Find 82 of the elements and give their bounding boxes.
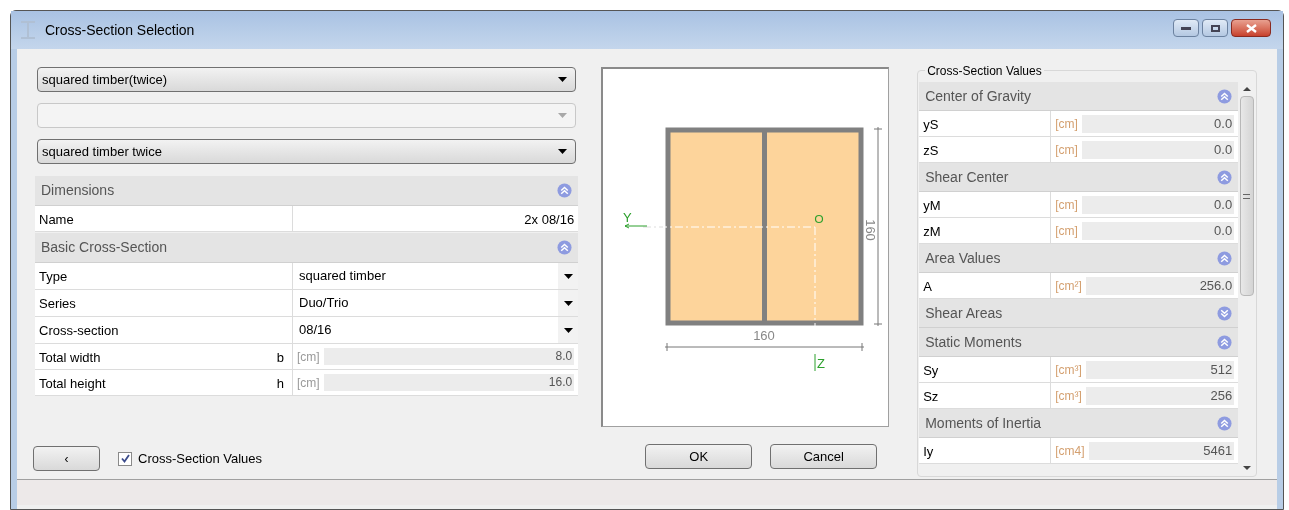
property-dropdown[interactable]: 08/16: [293, 317, 579, 343]
dimension-label: 160: [753, 328, 776, 343]
checkmark-icon: [120, 454, 130, 463]
section-header[interactable]: Moments of Inertia: [919, 409, 1239, 438]
checkbox[interactable]: [118, 451, 132, 466]
caret-icon: [563, 327, 573, 333]
unit-label: [cm]: [297, 348, 320, 366]
unit-label: [cm]: [297, 374, 320, 392]
section-header[interactable]: Basic Cross-Section: [35, 233, 579, 263]
value-field: 0.0: [1081, 114, 1235, 133]
property-label: Sz: [919, 383, 1052, 408]
unit-label: [cm²]: [1055, 277, 1082, 295]
minimize-button[interactable]: [1173, 19, 1199, 37]
symbol-label: h: [276, 375, 285, 393]
collapse-icon[interactable]: [557, 183, 573, 198]
property-label: zS: [919, 137, 1052, 162]
value-field[interactable]: 16.0: [323, 374, 575, 391]
property-label: zM: [919, 218, 1052, 243]
caret-icon: [558, 149, 568, 154]
caret-icon: [563, 273, 573, 279]
value-field: 256: [1085, 386, 1235, 405]
property-label: Total height: [39, 375, 107, 393]
value-field: 512: [1085, 360, 1235, 379]
section-header[interactable]: Shear Center: [919, 163, 1239, 192]
section-header[interactable]: Shear Areas: [919, 299, 1239, 328]
unit-label: [cm4]: [1055, 442, 1085, 460]
close-button[interactable]: [1231, 19, 1271, 37]
y-axis-arrow: [624, 223, 648, 229]
value-field: 0.0: [1081, 140, 1235, 159]
value-field: 0.0: [1081, 195, 1235, 214]
value-field: 5461: [1088, 441, 1235, 460]
value-field: 0.0: [1081, 221, 1235, 240]
property-label: Cross-section: [35, 317, 293, 343]
unit-label: [cm]: [1055, 196, 1078, 214]
section-header[interactable]: Static Moments: [919, 328, 1239, 357]
caret-icon: [558, 77, 568, 82]
property-label: A: [919, 273, 1052, 298]
property-label: yS: [919, 111, 1052, 136]
collapse-icon[interactable]: [1217, 415, 1233, 431]
type-dropdown[interactable]: squared timber(twice): [37, 67, 577, 92]
symbol-label: b: [276, 349, 285, 367]
value-field[interactable]: 8.0: [323, 348, 575, 365]
collapse-icon[interactable]: [1217, 88, 1233, 104]
cancel-button[interactable]: Cancel: [770, 444, 878, 469]
property-label: Name: [35, 206, 293, 231]
type-dropdown[interactable]: squared timber twice: [37, 139, 577, 164]
caret-icon: [558, 113, 568, 118]
close-icon: [1245, 23, 1257, 33]
caret-icon: [563, 300, 573, 306]
property-label: Total width: [39, 349, 102, 367]
window-title: Cross-Section Selection: [45, 20, 196, 40]
property-label: Series: [35, 290, 293, 316]
unit-label: [cm]: [1055, 115, 1078, 133]
scrollbar-thumb[interactable]: [1239, 96, 1254, 296]
section-header[interactable]: Dimensions: [35, 176, 579, 206]
property-label: Sy: [919, 357, 1052, 382]
unit-label: [cm³]: [1055, 387, 1082, 405]
collapse-icon[interactable]: [557, 240, 573, 255]
property-dropdown[interactable]: squared timber: [293, 263, 579, 289]
property-label: Iy: [919, 438, 1052, 463]
collapse-icon[interactable]: [1217, 334, 1233, 350]
ok-button[interactable]: OK: [645, 444, 753, 469]
expand-icon[interactable]: [1217, 305, 1233, 321]
collapse-icon[interactable]: [1217, 250, 1233, 266]
back-button[interactable]: ‹: [33, 446, 100, 471]
checkbox-label: Cross-Section Values: [138, 449, 263, 468]
unit-label: [cm]: [1055, 222, 1078, 240]
value-field: 256.0: [1085, 276, 1235, 295]
section-header[interactable]: Center of Gravity: [919, 82, 1239, 111]
dimension-label: 160: [863, 219, 879, 241]
centroid-icon: [815, 214, 824, 224]
property-dropdown[interactable]: Duo/Trio: [293, 290, 579, 316]
maximize-button[interactable]: [1202, 19, 1228, 37]
axis-label: Y: [623, 210, 632, 225]
unit-label: [cm³]: [1055, 361, 1082, 379]
property-label: Type: [35, 263, 293, 289]
section-header[interactable]: Area Values: [919, 244, 1239, 273]
property-label: yM: [919, 192, 1052, 217]
name-value: 2x 08/16: [523, 211, 576, 229]
collapse-icon[interactable]: [1217, 169, 1233, 185]
unit-label: [cm]: [1055, 141, 1078, 159]
axis-label: Z: [817, 356, 826, 371]
